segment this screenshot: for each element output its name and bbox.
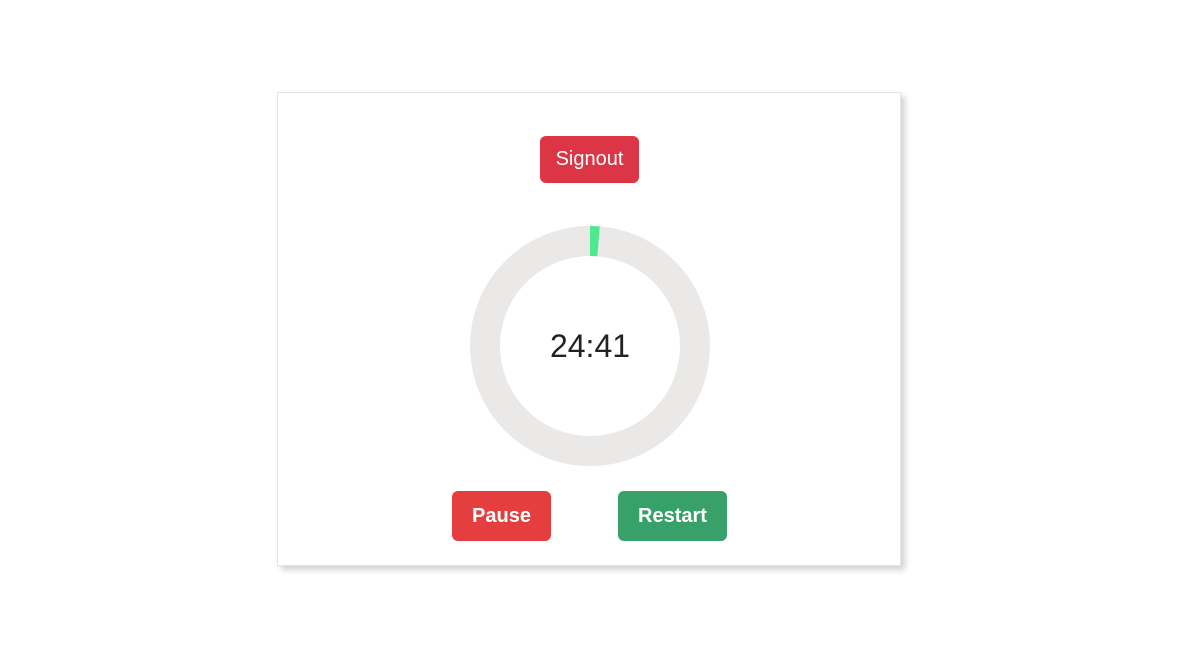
restart-button[interactable]: Restart bbox=[618, 491, 727, 541]
time-remaining: 24:41 bbox=[549, 327, 631, 364]
signout-button[interactable]: Signout bbox=[540, 136, 639, 183]
countdown-ring: 24:41 bbox=[470, 226, 710, 466]
timer-card: Signout 24:41 Pause Restart bbox=[277, 92, 901, 566]
pause-button[interactable]: Pause bbox=[452, 491, 551, 541]
